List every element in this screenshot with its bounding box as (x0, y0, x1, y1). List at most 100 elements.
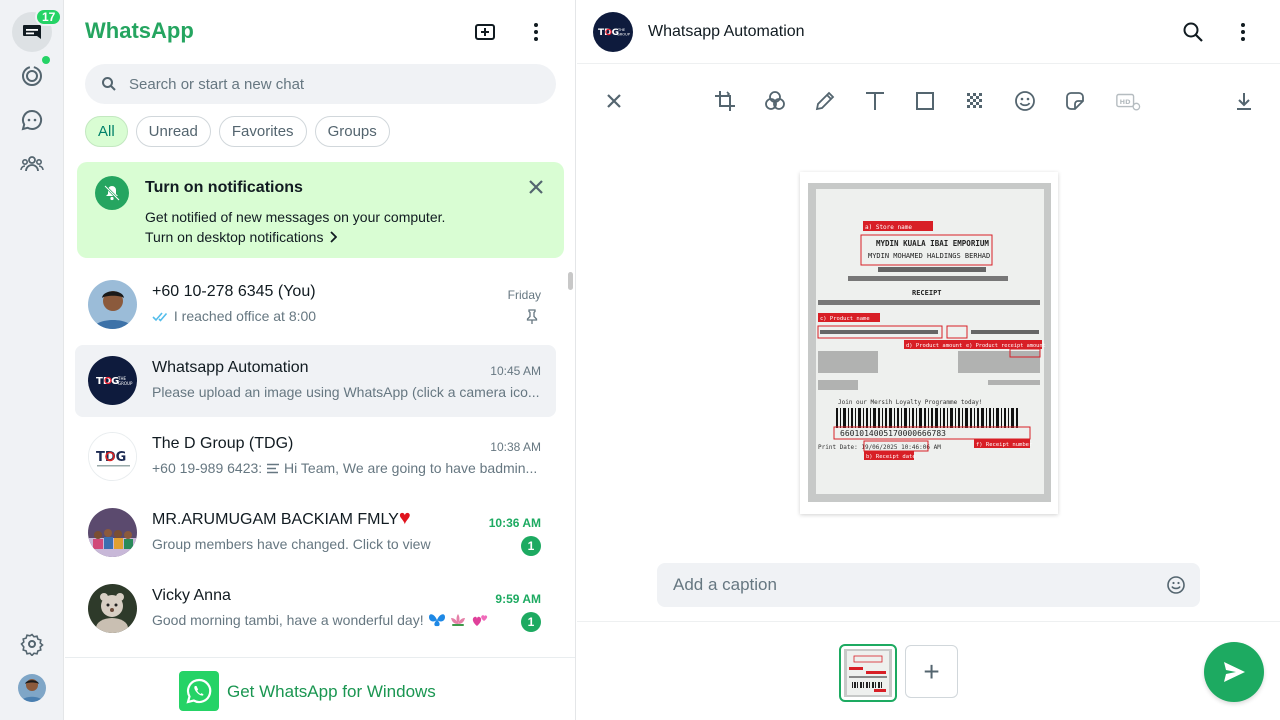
label-receipt-date: b) Receipt date (866, 454, 916, 460)
hd-quality-button[interactable]: HD (1115, 88, 1141, 114)
unread-count-badge: 1 (521, 536, 541, 556)
gear-icon (20, 633, 44, 656)
text-tool-button[interactable] (862, 88, 888, 114)
editor-toolbar: HD (577, 80, 1280, 120)
chat-list-scrollbar[interactable] (568, 272, 573, 290)
chevron-right-icon (330, 231, 338, 243)
avatar: TDG THE GROUP (88, 356, 137, 405)
chat-time: Friday (507, 288, 541, 302)
search-input[interactable] (129, 75, 529, 93)
get-whatsapp-banner[interactable]: Get WhatsApp for Windows (65, 657, 575, 720)
more-vertical-icon (1241, 23, 1245, 41)
chat-last-message-text: Hi Team, We are going to have badmin... (284, 460, 538, 476)
menu-button[interactable] (522, 18, 550, 46)
status-new-dot (42, 56, 50, 64)
text-lines-icon (267, 463, 280, 474)
filter-groups[interactable]: Groups (314, 116, 390, 147)
receipt-store-line1: MYDIN KUALA IBAI EMPORIUM (876, 239, 989, 248)
avatar: TDG (88, 432, 137, 481)
filter-tool-button[interactable] (762, 88, 788, 114)
caption-input[interactable] (673, 575, 1143, 595)
chat-name: +60 10-278 6345 (You) (152, 283, 316, 300)
emoji-tool-button[interactable] (1012, 88, 1038, 114)
chat-name: Whatsapp Automation (152, 359, 309, 376)
whatsapp-logo-icon (179, 671, 219, 711)
blur-tool-button[interactable] (962, 88, 988, 114)
label-product-name: c) Product name (820, 316, 870, 322)
communities-nav-button[interactable] (12, 144, 52, 184)
chat-time: 10:45 AM (490, 364, 541, 378)
settings-nav-button[interactable] (12, 624, 52, 664)
new-chat-button[interactable] (471, 18, 499, 46)
new-chat-icon (475, 24, 495, 40)
chat-name: MR.ARUMUGAM BACKIAM FMLY♥ (152, 508, 411, 529)
emoji-icon (1015, 91, 1035, 111)
conversation-menu-button[interactable] (1229, 18, 1257, 46)
unread-count-badge: 1 (521, 612, 541, 632)
enable-notifications-link[interactable]: Turn on desktop notifications (145, 229, 338, 245)
chat-item-the-d-group[interactable]: TDG The D Group (TDG) 10:38 AM +60 19-98… (75, 421, 556, 493)
download-icon (1237, 93, 1251, 110)
shape-tool-button[interactable] (912, 88, 938, 114)
channels-icon (21, 109, 43, 131)
search-chat-button[interactable] (1179, 18, 1207, 46)
search-bar[interactable] (85, 64, 556, 104)
crop-tool-button[interactable] (712, 88, 738, 114)
close-notification-button[interactable] (525, 176, 547, 198)
chat-last-message: +60 19-989 6423: Hi Team, We are going t… (152, 460, 542, 476)
profile-avatar[interactable] (18, 674, 46, 702)
label-receipt-amount: e) Product receipt amount (966, 343, 1046, 349)
channels-nav-button[interactable] (12, 100, 52, 140)
lotus-icon (451, 614, 466, 626)
caption-bar (657, 563, 1200, 607)
status-icon (22, 66, 42, 86)
svg-text:HD: HD (1120, 98, 1131, 106)
chats-unread-badge: 17 (35, 8, 63, 26)
notification-banner: Turn on notifications Get notified of ne… (77, 162, 564, 258)
add-attachment-button[interactable]: + (905, 645, 958, 698)
hearts-icon (473, 615, 488, 626)
get-whatsapp-label: Get WhatsApp for Windows (227, 682, 436, 701)
image-preview: a) Store name MYDIN KUALA IBAI EMPORIUM … (800, 172, 1058, 514)
conversation-title[interactable]: Whatsapp Automation (648, 23, 805, 41)
sticker-tool-button[interactable] (1062, 88, 1088, 114)
text-icon (866, 92, 884, 110)
media-editor-panel: TDG THE GROUP Whatsapp Automation HD a) … (577, 0, 1280, 720)
download-button[interactable] (1231, 88, 1257, 114)
crop-icon (715, 91, 735, 111)
receipt-heading: RECEIPT (912, 289, 942, 297)
chat-item-whatsapp-automation[interactable]: TDG THE GROUP Whatsapp Automation 10:45 AM… (75, 345, 556, 417)
chat-item-vicky-anna[interactable]: Vicky Anna 9:59 AM Good morning tambi, h… (75, 573, 556, 645)
search-icon (1183, 22, 1203, 42)
svg-text:GROUP: GROUP (118, 381, 133, 386)
conversation-avatar[interactable]: TDG THE GROUP (593, 12, 633, 52)
message-sender: +60 19-989 6423: (152, 460, 267, 476)
send-button[interactable] (1204, 642, 1264, 702)
filter-favorites[interactable]: Favorites (218, 116, 307, 147)
receipt-barcode-number: 6601014005170000666783 (840, 429, 946, 438)
attachments-bar: + (577, 621, 1280, 720)
pencil-icon (815, 91, 835, 111)
filter-unread[interactable]: Unread (135, 116, 211, 147)
filter-chips: All Unread Favorites Groups (85, 116, 390, 147)
communities-icon (20, 156, 44, 172)
draw-tool-button[interactable] (812, 88, 838, 114)
emoji-icon (1167, 576, 1185, 594)
hd-settings-icon: HD (1116, 93, 1141, 111)
chat-item-arumugam-family[interactable]: MR.ARUMUGAM BACKIAM FMLY♥ 10:36 AM Group… (75, 497, 556, 569)
bell-off-icon (95, 176, 129, 210)
chat-time: 10:38 AM (490, 440, 541, 454)
filter-all[interactable]: All (85, 116, 128, 147)
chat-last-message: I reached office at 8:00 (152, 308, 542, 324)
pixelate-icon (967, 93, 982, 108)
attachment-thumbnail[interactable] (839, 644, 897, 702)
caption-emoji-button[interactable] (1166, 575, 1186, 600)
rectangle-icon (916, 92, 934, 110)
send-icon (1224, 662, 1245, 682)
close-editor-button[interactable] (601, 88, 627, 114)
avatar (88, 584, 137, 633)
chat-item-self[interactable]: +60 10-278 6345 (You) Friday I reached o… (75, 269, 556, 341)
double-check-icon (152, 312, 168, 322)
receipt-loyalty-text: Join our Mersih Loyalty Programme today! (838, 399, 983, 406)
avatar (88, 280, 137, 329)
